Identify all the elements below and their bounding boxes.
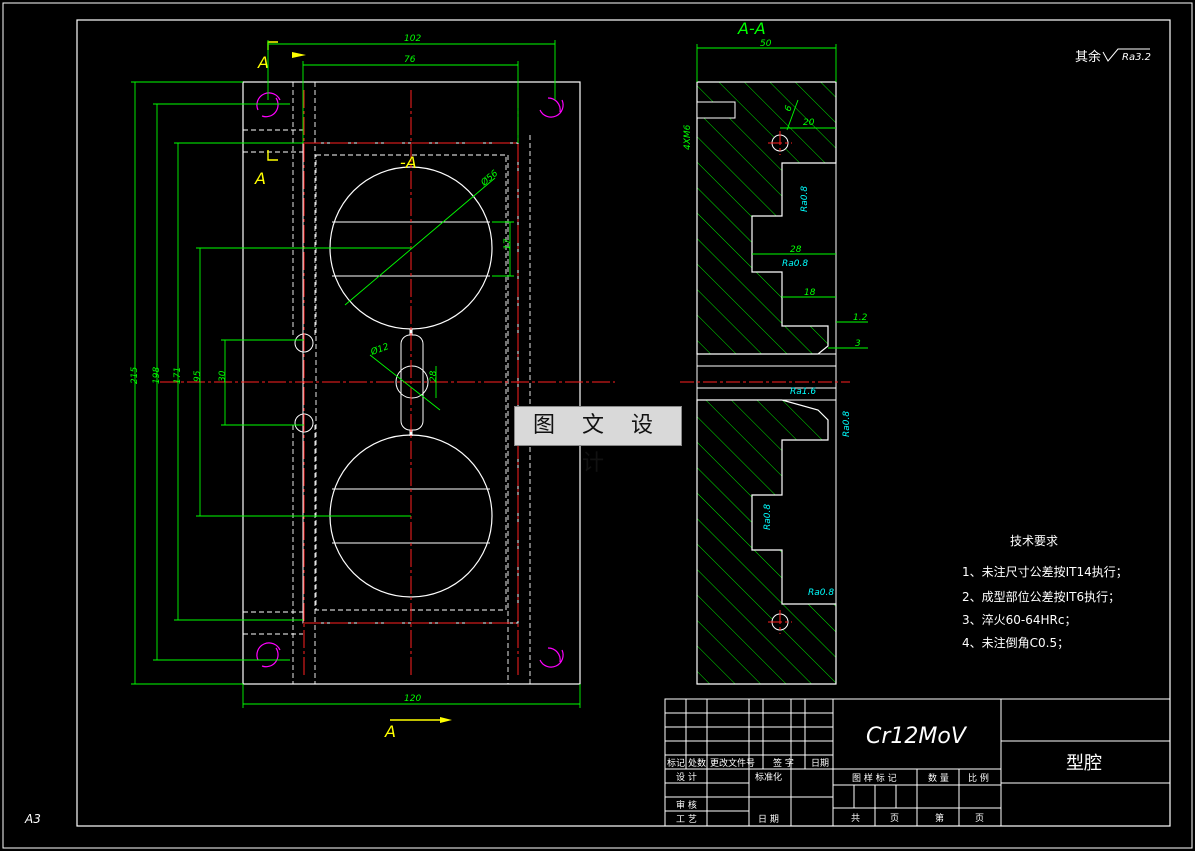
tb-mark: 标记 [667,757,685,769]
tb-std: 标准化 [755,771,782,783]
dim-171: 171 [173,367,183,384]
dim-dia12: Ø12 [368,341,390,358]
cut-mark-top: A [257,53,269,72]
surface-note-ra: Ra3.2 [1122,52,1151,63]
tb-scale: 比 例 [968,772,989,784]
dim-17: 17 [503,238,513,250]
tb-process: 工 艺 [676,814,697,825]
svg-text:Ra0.8: Ra0.8 [808,588,834,598]
tb-doc: 更改文件号 [710,757,755,769]
dim-215: 215 [130,367,140,384]
dim-30: 30 [218,370,228,382]
tb-check: 审 核 [676,799,697,811]
dim-28-side: 28 [790,245,802,255]
svg-text:Ra0.8: Ra0.8 [800,186,810,212]
center-lines [160,90,615,678]
dim-dia56: Ø56 [478,168,500,189]
dim-120: 120 [404,694,421,704]
tech-req-1: 1、未注尺寸公差按IT14执行； [962,564,1128,579]
svg-text:Ra0.8: Ra0.8 [842,411,852,437]
tb-page: 页 [890,813,899,824]
svg-text:Ra1.6: Ra1.6 [790,387,816,397]
tb-stage: 图 样 标 记 [852,772,897,784]
material: Cr12MoV [866,724,968,749]
dim-28: 28 [429,370,439,382]
sheet-format: A3 [24,812,41,826]
tb-page2: 页 [975,813,984,824]
dim-20: 20 [803,118,815,128]
svg-text:Ra0.8: Ra0.8 [782,259,808,269]
dim-102: 102 [404,34,421,44]
dim-198: 198 [152,367,162,384]
tech-req-3: 3、淬火60-64HRc； [962,612,1076,627]
dim-3: 3 [855,339,861,349]
tech-req-4: 4、未注倒角C0.5； [962,635,1069,650]
dim-18: 18 [804,288,816,298]
front-view: A A A -A [160,41,615,741]
tb-count: 处数 [688,757,706,769]
dim-95: 95 [193,370,203,382]
cut-mark-lower: A [384,722,396,741]
cut-mark-bottom: A [254,169,266,188]
dim-4xm6: 4XM6 [683,124,693,150]
tb-design: 设 计 [676,771,697,783]
tb-qty: 数 量 [928,772,949,784]
tb-total: 共 [851,813,860,824]
tech-req-2: 2、成型部位公差按IT6执行； [962,589,1120,604]
tb-date2: 日 期 [758,814,779,825]
section-label: A-A [737,19,766,38]
dim-50: 50 [760,39,772,49]
part-name: 型腔 [1066,753,1102,774]
roughness-marks: Ra0.8 Ra0.8 Ra1.6 Ra0.8 Ra0.8 Ra0.8 [763,186,852,598]
tb-sign: 签 字 [773,757,794,769]
watermark-badge: 图 文 设 计 [514,406,682,476]
svg-text:Ra0.8: Ra0.8 [763,504,773,530]
surface-note-text: 其余 [1075,49,1101,65]
dim-76: 76 [404,55,416,65]
tb-date: 日期 [811,758,829,769]
tech-req-title: 技术要求 [1010,534,1058,548]
tb-no: 第 [935,812,944,824]
cut-mark-inline: -A [400,153,417,172]
dim-1-2: 1.2 [853,313,868,323]
